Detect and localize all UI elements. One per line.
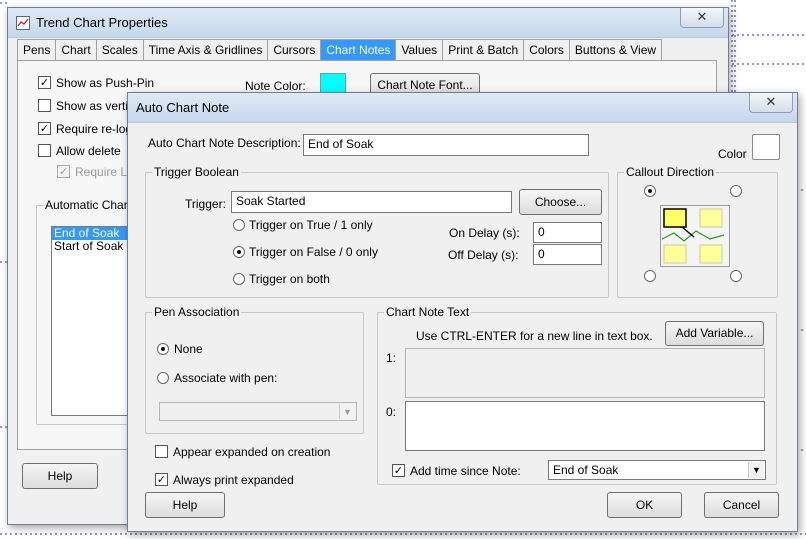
require-le-checkbox[interactable]: ✓ xyxy=(57,165,70,178)
chart-note-text-title: Chart Note Text xyxy=(384,305,472,319)
on-delay-input[interactable]: 0 xyxy=(533,222,602,243)
auto-dialog-title: Auto Chart Note xyxy=(136,100,230,115)
tab-buttons-view[interactable]: Buttons & View xyxy=(568,39,663,61)
pen-select[interactable]: ▼ xyxy=(159,402,357,421)
show-push-pin-checkbox[interactable]: ✓ xyxy=(38,76,51,89)
always-print-checkbox[interactable]: ✓ xyxy=(155,473,168,486)
require-relogin-checkbox[interactable]: ✓ xyxy=(38,122,51,135)
pen-none-label: None xyxy=(174,342,203,356)
tab-chart-notes[interactable]: Chart Notes xyxy=(320,39,397,61)
on-delay-label: On Delay (s): xyxy=(449,226,520,240)
trigger-on-false-label: Trigger on False / 0 only xyxy=(249,245,378,259)
add-time-label: Add time since Note: xyxy=(410,464,521,478)
callout-preview-icon xyxy=(660,205,730,267)
chart-note-text-group: Chart Note Text Use CTRL-ENTER for a new… xyxy=(377,305,777,485)
add-time-select-value: End of Soak xyxy=(553,463,619,477)
off-delay-label: Off Delay (s): xyxy=(448,248,519,262)
note-color-picker[interactable] xyxy=(752,134,780,160)
trigger-boolean-title: Trigger Boolean xyxy=(152,165,241,179)
auto-dialog-close-button[interactable]: ✕ xyxy=(749,93,793,113)
callout-direction-group: Callout Direction xyxy=(617,165,778,298)
trend-window-titlebar[interactable]: Trend Chart Properties ✕ xyxy=(8,8,728,38)
show-vertical-label: Show as vertic xyxy=(56,99,135,113)
require-le-label: Require Le xyxy=(75,165,134,179)
pen-associate-label: Associate with pen: xyxy=(174,371,278,385)
appear-expanded-checkbox[interactable] xyxy=(155,445,168,458)
show-push-pin-label: Show as Push-Pin xyxy=(56,76,155,90)
line-0-label: 0: xyxy=(386,405,397,419)
pen-associate-radio[interactable] xyxy=(157,372,169,384)
trend-window-title: Trend Chart Properties xyxy=(36,15,168,30)
callout-top-left-radio[interactable] xyxy=(644,185,656,197)
off-delay-input[interactable]: 0 xyxy=(533,244,602,265)
tab-pens[interactable]: Pens xyxy=(17,39,57,61)
trigger-on-both-label: Trigger on both xyxy=(249,272,330,286)
trigger-on-true-radio[interactable] xyxy=(233,219,245,231)
properties-tab-strip: Pens Chart Scales Time Axis & Gridlines … xyxy=(17,39,663,61)
show-vertical-checkbox[interactable] xyxy=(38,99,51,112)
callout-direction-title: Callout Direction xyxy=(624,165,717,179)
tab-scales[interactable]: Scales xyxy=(95,39,144,61)
add-time-select[interactable]: End of Soak ▼ xyxy=(548,460,766,480)
description-input[interactable]: End of Soak xyxy=(303,134,589,156)
cancel-button[interactable]: Cancel xyxy=(704,492,779,518)
callout-top-right-radio[interactable] xyxy=(730,185,742,197)
tab-values[interactable]: Values xyxy=(395,39,444,61)
allow-delete-label: Allow delete xyxy=(56,144,121,158)
trigger-input[interactable]: Soak Started xyxy=(231,191,512,213)
tab-time-axis-gridlines[interactable]: Time Axis & Gridlines xyxy=(142,39,269,61)
allow-delete-checkbox[interactable] xyxy=(38,144,51,157)
appear-expanded-label: Appear expanded on creation xyxy=(173,445,331,459)
close-icon: ✕ xyxy=(765,94,777,109)
tab-chart[interactable]: Chart xyxy=(55,39,97,61)
tab-colors[interactable]: Colors xyxy=(523,39,570,61)
note-text-line-0[interactable] xyxy=(405,401,765,451)
auto-dialog-titlebar[interactable]: Auto Chart Note ✕ xyxy=(128,93,797,123)
trend-window-close-button[interactable]: ✕ xyxy=(680,8,724,28)
choose-trigger-button[interactable]: Choose... xyxy=(519,189,602,215)
trigger-on-false-radio[interactable] xyxy=(233,246,245,258)
tab-print-batch[interactable]: Print & Batch xyxy=(442,39,525,61)
tab-cursors[interactable]: Cursors xyxy=(267,39,322,61)
line-1-label: 1: xyxy=(386,351,397,365)
callout-bottom-left-radio[interactable] xyxy=(644,270,656,282)
close-icon: ✕ xyxy=(696,9,708,24)
add-variable-button[interactable]: Add Variable... xyxy=(665,321,764,346)
ctrl-enter-hint: Use CTRL-ENTER for a new line in text bo… xyxy=(416,329,653,343)
pen-association-title: Pen Association xyxy=(152,305,242,319)
note-color-label: Note Color: xyxy=(245,79,306,93)
description-label: Auto Chart Note Description: xyxy=(148,136,301,150)
pen-none-radio[interactable] xyxy=(157,343,169,355)
note-text-line-1[interactable] xyxy=(405,348,765,398)
pen-association-group: Pen Association None Associate with pen:… xyxy=(145,305,364,434)
app-icon xyxy=(16,16,30,30)
trigger-label: Trigger: xyxy=(185,197,226,211)
chevron-down-icon: ▼ xyxy=(339,404,355,419)
ok-button[interactable]: OK xyxy=(607,492,682,518)
trigger-on-both-radio[interactable] xyxy=(233,273,245,285)
auto-chart-note-dialog: Auto Chart Note ✕ Auto Chart Note Descri… xyxy=(127,92,798,532)
add-time-checkbox[interactable]: ✓ xyxy=(392,464,405,477)
trigger-on-true-label: Trigger on True / 1 only xyxy=(249,218,373,232)
auto-dialog-help-button[interactable]: Help xyxy=(145,492,225,518)
always-print-label: Always print expanded xyxy=(173,473,294,487)
chevron-down-icon: ▼ xyxy=(748,462,764,478)
color-label: Color xyxy=(718,147,747,161)
trigger-boolean-group: Trigger Boolean Trigger: Soak Started Ch… xyxy=(145,165,609,298)
trend-help-button[interactable]: Help xyxy=(22,463,98,489)
callout-bottom-right-radio[interactable] xyxy=(730,270,742,282)
